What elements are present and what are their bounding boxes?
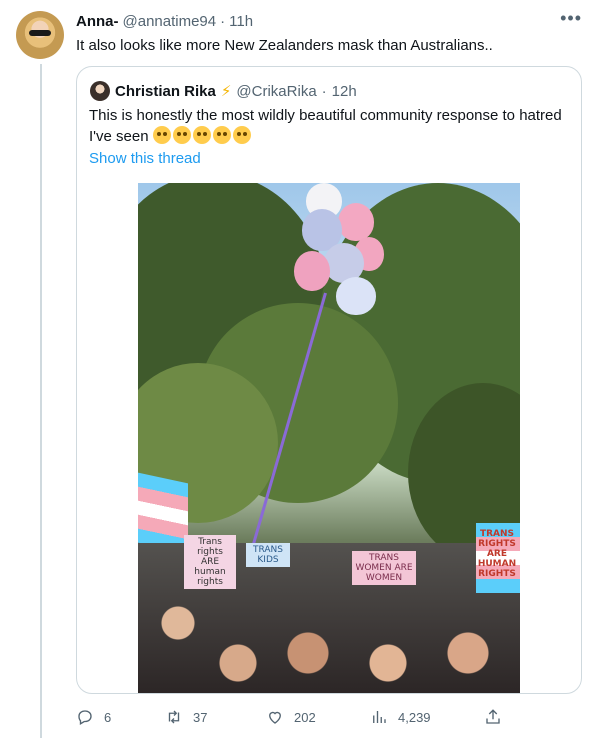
- trans-flag-left: [138, 472, 188, 554]
- lightning-icon: ⚡: [220, 83, 232, 100]
- quoted-separator: ·: [321, 82, 327, 100]
- author-avatar[interactable]: [16, 11, 64, 59]
- header-separator: ·: [220, 13, 226, 30]
- author-name[interactable]: Anna-: [76, 13, 119, 30]
- quoted-tweet[interactable]: Christian Rika ⚡ @CrikaRika · 12h This i…: [76, 66, 582, 694]
- like-count: 202: [294, 709, 316, 725]
- tweet-header: Anna- @annatime94 · 11h: [76, 13, 253, 30]
- quoted-author-name: Christian Rika: [115, 82, 216, 100]
- quoted-text-line1: This is honestly the most wildly beautif…: [89, 107, 562, 124]
- quoted-author-avatar: [90, 81, 110, 101]
- reply-button[interactable]: 6: [76, 708, 111, 726]
- quoted-text-line2: I've seen: [89, 128, 149, 145]
- share-button[interactable]: [484, 708, 502, 726]
- quoted-header: Christian Rika ⚡ @CrikaRika · 12h: [115, 82, 357, 101]
- show-thread-link[interactable]: Show this thread: [89, 150, 201, 167]
- pleading-face-icon: [172, 126, 191, 144]
- retweet-count: 37: [193, 709, 208, 725]
- pleading-face-icon: [232, 126, 251, 144]
- reply-count: 6: [104, 709, 112, 725]
- quoted-text: This is honestly the most wildly beautif…: [89, 105, 573, 147]
- quoted-time: 12h: [331, 82, 357, 100]
- retweet-button[interactable]: 37: [165, 708, 207, 726]
- author-handle[interactable]: @annatime94: [123, 13, 217, 30]
- share-icon: [486, 709, 500, 724]
- views-button[interactable]: 4,239: [370, 708, 431, 726]
- protest-sign: TRANS WOMEN ARE WOMEN: [352, 551, 416, 585]
- quoted-text-line2-wrap: I've seen: [89, 126, 573, 147]
- protest-sign: Trans rights ARE human rights: [184, 535, 236, 589]
- tweet-time[interactable]: 11h: [229, 13, 253, 30]
- emoji-group: [152, 126, 253, 145]
- view-count: 4,239: [398, 709, 431, 725]
- like-button[interactable]: 202: [266, 708, 316, 726]
- reply-icon: [78, 710, 92, 725]
- pleading-face-icon: [212, 126, 231, 144]
- quoted-author-handle: @CrikaRika: [236, 82, 317, 100]
- tweet-text: It also looks like more New Zealanders m…: [76, 37, 493, 54]
- protest-photo[interactable]: Trans rights ARE human rights TRANS WOME…: [138, 183, 520, 693]
- pleading-face-icon: [152, 126, 171, 144]
- action-bar: 6 37 202 4,239: [76, 708, 580, 728]
- protest-sign: TRANS KIDS: [246, 543, 290, 567]
- retweet-icon: [168, 710, 180, 724]
- heart-icon: [269, 711, 281, 724]
- more-icon[interactable]: •••: [560, 8, 582, 29]
- protest-sign: TRANS RIGHTS ARE HUMAN RIGHTS: [477, 529, 517, 579]
- thread-connector-line: [40, 64, 42, 738]
- views-chart-icon: [373, 711, 386, 723]
- pleading-face-icon: [192, 126, 211, 144]
